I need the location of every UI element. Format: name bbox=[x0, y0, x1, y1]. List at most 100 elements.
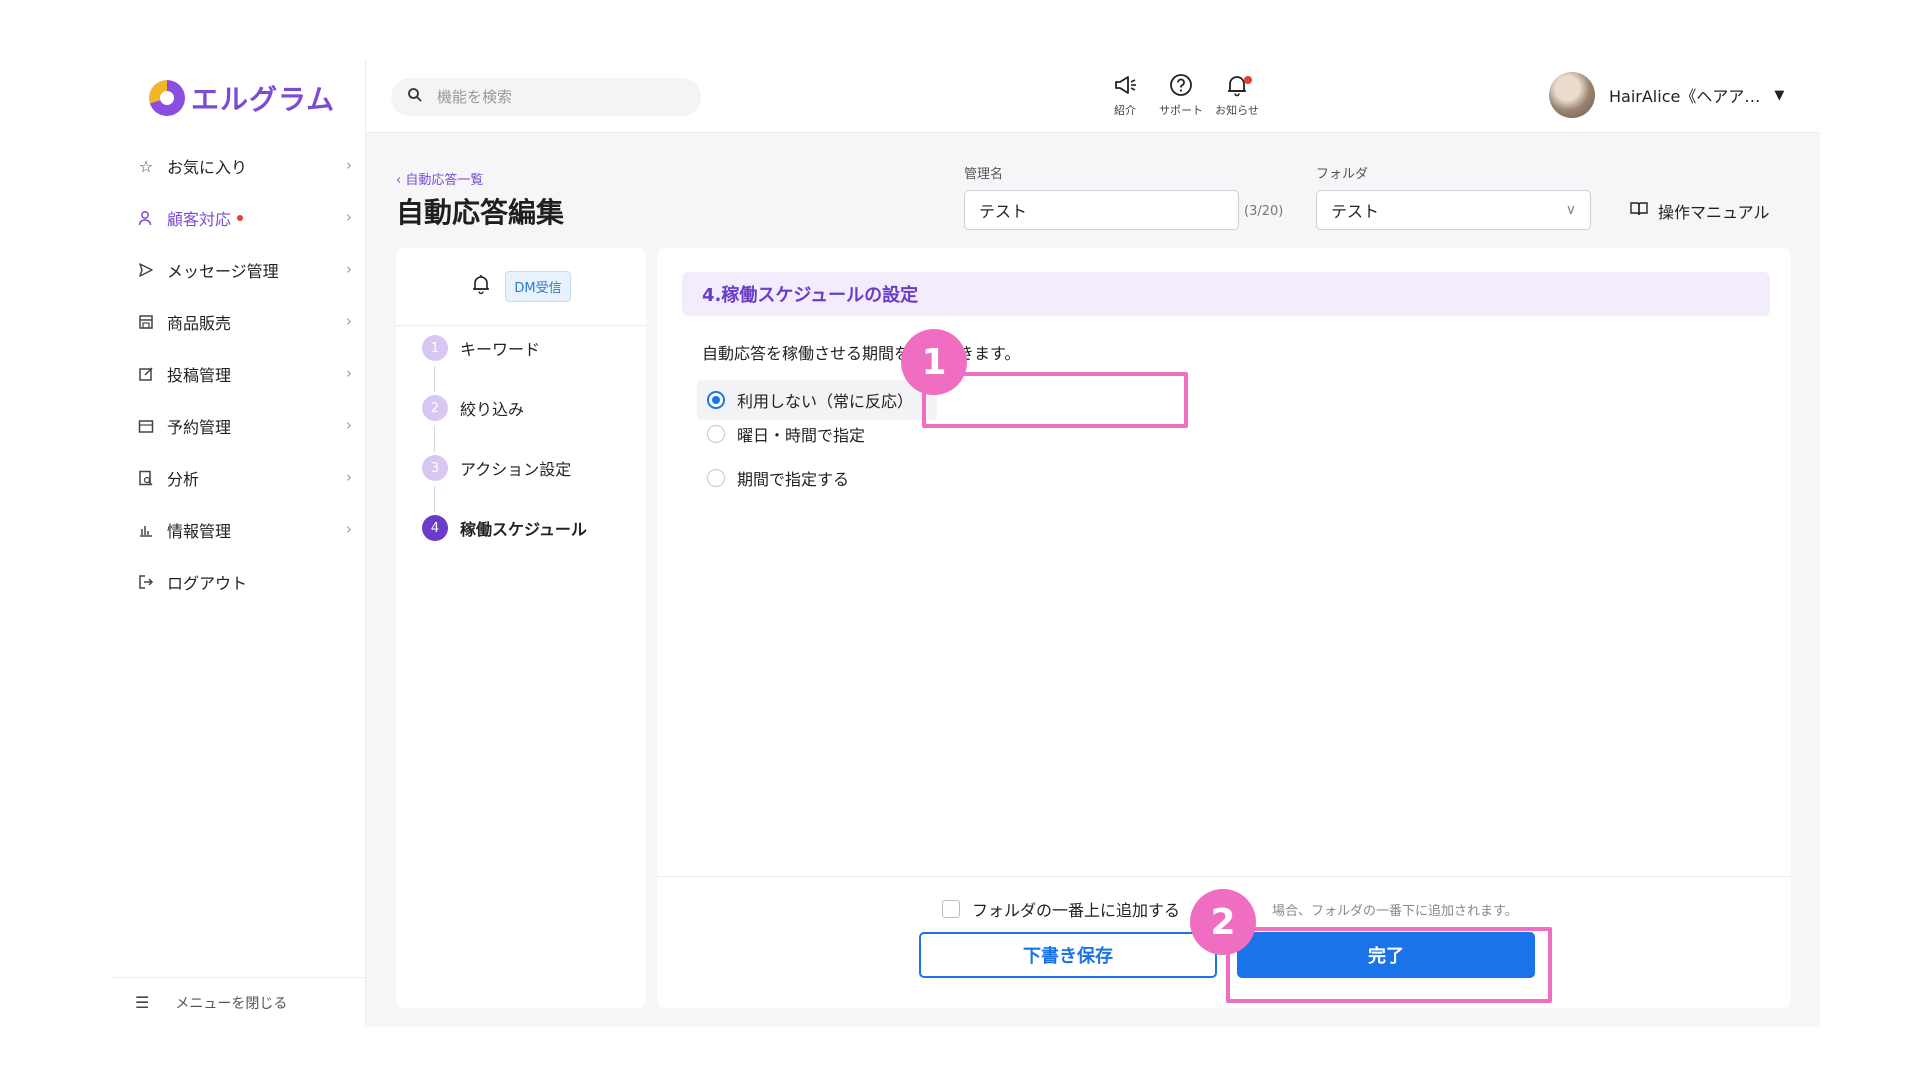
radio-label: 曜日・時間で指定 bbox=[737, 426, 866, 445]
top-header: 紹介 サポート お知らせ HairAlice《ヘアア… ▼ bbox=[366, 60, 1820, 133]
app-window: エルグラム ☆ お気に入り › 顧客対応 › メッセージ管理 › 商品販売 › … bbox=[111, 60, 1820, 1027]
name-field[interactable] bbox=[964, 190, 1239, 230]
chevron-right-icon: › bbox=[346, 156, 352, 174]
sidebar-nav: ☆ お気に入り › 顧客対応 › メッセージ管理 › 商品販売 › 投稿管理 ›… bbox=[111, 140, 366, 608]
step-label: キーワード bbox=[460, 340, 541, 359]
sidebar-item-label: 商品販売 bbox=[167, 314, 232, 333]
step-badge-1: 1 bbox=[901, 329, 967, 395]
sidebar-item-favorites[interactable]: ☆ お気に入り › bbox=[111, 140, 366, 192]
folder-select-value: テスト bbox=[1331, 202, 1380, 221]
sidebar-item-reservations[interactable]: 予約管理 › bbox=[111, 400, 366, 452]
name-field-label: 管理名 bbox=[964, 167, 1004, 182]
step-action[interactable]: 3 アクション設定 bbox=[422, 455, 571, 481]
main-content: ‹ 自動応答一覧 自動応答編集 管理名 (3/20) フォルダ テスト ∨ 操作… bbox=[366, 133, 1820, 1027]
chevron-right-icon: › bbox=[346, 364, 352, 382]
breadcrumb-link[interactable]: 自動応答一覧 bbox=[405, 173, 483, 188]
step-connector bbox=[434, 366, 435, 392]
character-counter: (3/20) bbox=[1244, 204, 1284, 219]
step-number: 3 bbox=[422, 455, 448, 481]
sidebar-item-label: 投稿管理 bbox=[167, 366, 232, 385]
radio-button[interactable] bbox=[707, 425, 725, 443]
introduce-button[interactable]: 紹介 bbox=[1096, 72, 1154, 118]
save-draft-button[interactable]: 下書き保存 bbox=[919, 932, 1217, 978]
step-connector bbox=[434, 486, 435, 512]
collapse-menu-label: メニューを閉じる bbox=[175, 995, 288, 1012]
footer-divider bbox=[657, 876, 1791, 877]
megaphone-icon bbox=[1096, 72, 1154, 102]
avatar bbox=[1549, 72, 1595, 118]
notifications-button[interactable]: お知らせ bbox=[1208, 72, 1266, 118]
step-filter[interactable]: 2 絞り込み bbox=[422, 395, 524, 421]
sidebar-item-posts[interactable]: 投稿管理 › bbox=[111, 348, 366, 400]
bell-icon bbox=[471, 273, 491, 300]
step-label: アクション設定 bbox=[460, 460, 572, 479]
search-bar[interactable] bbox=[391, 78, 701, 116]
introduce-label: 紹介 bbox=[1114, 104, 1136, 117]
store-icon bbox=[135, 311, 157, 333]
support-button[interactable]: サポート bbox=[1152, 72, 1210, 118]
notification-dot bbox=[237, 215, 244, 221]
radio-button[interactable] bbox=[707, 469, 725, 487]
sidebar-item-label: メッセージ管理 bbox=[167, 262, 279, 281]
send-icon bbox=[135, 259, 157, 281]
step-label: 絞り込み bbox=[460, 400, 525, 419]
calendar-icon bbox=[135, 415, 157, 437]
manual-label: 操作マニュアル bbox=[1658, 203, 1770, 222]
sidebar-item-customer[interactable]: 顧客対応 › bbox=[111, 192, 366, 244]
steps-panel: DM受信 1 キーワード 2 絞り込み 3 アクション設定 4 稼働スケジュール bbox=[396, 248, 646, 1008]
step-number: 2 bbox=[422, 395, 448, 421]
chevron-down-icon: ∨ bbox=[1565, 202, 1576, 218]
radio-option-not-used[interactable]: 利用しない（常に反応） bbox=[697, 380, 938, 420]
add-to-top-checkbox-row[interactable]: フォルダの一番上に追加する bbox=[942, 897, 1180, 921]
sidebar-item-label: 情報管理 bbox=[167, 522, 232, 541]
bar-chart-icon bbox=[135, 519, 157, 541]
sidebar-item-label: 顧客対応 bbox=[167, 210, 232, 229]
radio-option-weekday-time[interactable]: 曜日・時間で指定 bbox=[707, 422, 865, 446]
star-icon: ☆ bbox=[138, 156, 154, 176]
radio-label: 期間で指定する bbox=[737, 470, 850, 489]
chevron-right-icon: › bbox=[346, 260, 352, 278]
search-input[interactable] bbox=[435, 87, 675, 107]
logout-icon bbox=[135, 571, 157, 593]
step-badge-2: 2 bbox=[1190, 889, 1256, 955]
section-header: 4.稼働スケジュールの設定 bbox=[682, 272, 1770, 316]
caret-down-icon: ▼ bbox=[1774, 87, 1785, 103]
sidebar-item-label: 分析 bbox=[167, 470, 200, 489]
breadcrumb[interactable]: ‹ 自動応答一覧 bbox=[396, 169, 483, 188]
help-icon bbox=[1152, 72, 1210, 102]
section-description: 自動応答を稼働させる期間を設定できます。 bbox=[702, 344, 1021, 363]
logo-text: エルグラム bbox=[191, 83, 336, 116]
chevron-right-icon: › bbox=[346, 208, 352, 226]
chevron-right-icon: › bbox=[346, 416, 352, 434]
step-schedule[interactable]: 4 稼働スケジュール bbox=[422, 515, 587, 541]
add-to-top-checkbox[interactable] bbox=[942, 900, 960, 918]
sidebar-item-label: ログアウト bbox=[167, 574, 248, 593]
sidebar-item-analytics[interactable]: 分析 › bbox=[111, 452, 366, 504]
radio-option-period[interactable]: 期間で指定する bbox=[707, 466, 849, 490]
trigger-header: DM受信 bbox=[396, 248, 646, 326]
step-number: 1 bbox=[422, 335, 448, 361]
manual-link[interactable]: 操作マニュアル bbox=[1630, 199, 1770, 223]
user-menu[interactable]: HairAlice《ヘアア… ▼ bbox=[1549, 72, 1784, 118]
radio-button[interactable] bbox=[707, 391, 725, 409]
sidebar-item-logout[interactable]: ログアウト bbox=[111, 556, 366, 608]
sidebar: エルグラム ☆ お気に入り › 顧客対応 › メッセージ管理 › 商品販売 › … bbox=[111, 60, 366, 1027]
step-number: 4 bbox=[422, 515, 448, 541]
logo-icon bbox=[149, 80, 185, 116]
folder-select[interactable]: テスト ∨ bbox=[1316, 190, 1591, 230]
sidebar-item-messages[interactable]: メッセージ管理 › bbox=[111, 244, 366, 296]
report-search-icon bbox=[135, 467, 157, 489]
sidebar-item-info[interactable]: 情報管理 › bbox=[111, 504, 366, 556]
complete-button[interactable]: 完了 bbox=[1237, 932, 1535, 978]
sidebar-item-label: お気に入り bbox=[167, 158, 248, 177]
chevron-right-icon: › bbox=[346, 312, 352, 330]
page-title: 自動応答編集 bbox=[396, 196, 565, 229]
search-icon bbox=[407, 87, 423, 107]
collapse-menu-button[interactable]: ☰ メニューを閉じる bbox=[111, 977, 366, 1027]
sidebar-item-products[interactable]: 商品販売 › bbox=[111, 296, 366, 348]
logo[interactable]: エルグラム bbox=[149, 78, 335, 118]
step-label: 稼働スケジュール bbox=[460, 520, 587, 539]
step-keyword[interactable]: 1 キーワード bbox=[422, 335, 540, 361]
step-connector bbox=[434, 426, 435, 452]
chevron-right-icon: › bbox=[346, 520, 352, 538]
